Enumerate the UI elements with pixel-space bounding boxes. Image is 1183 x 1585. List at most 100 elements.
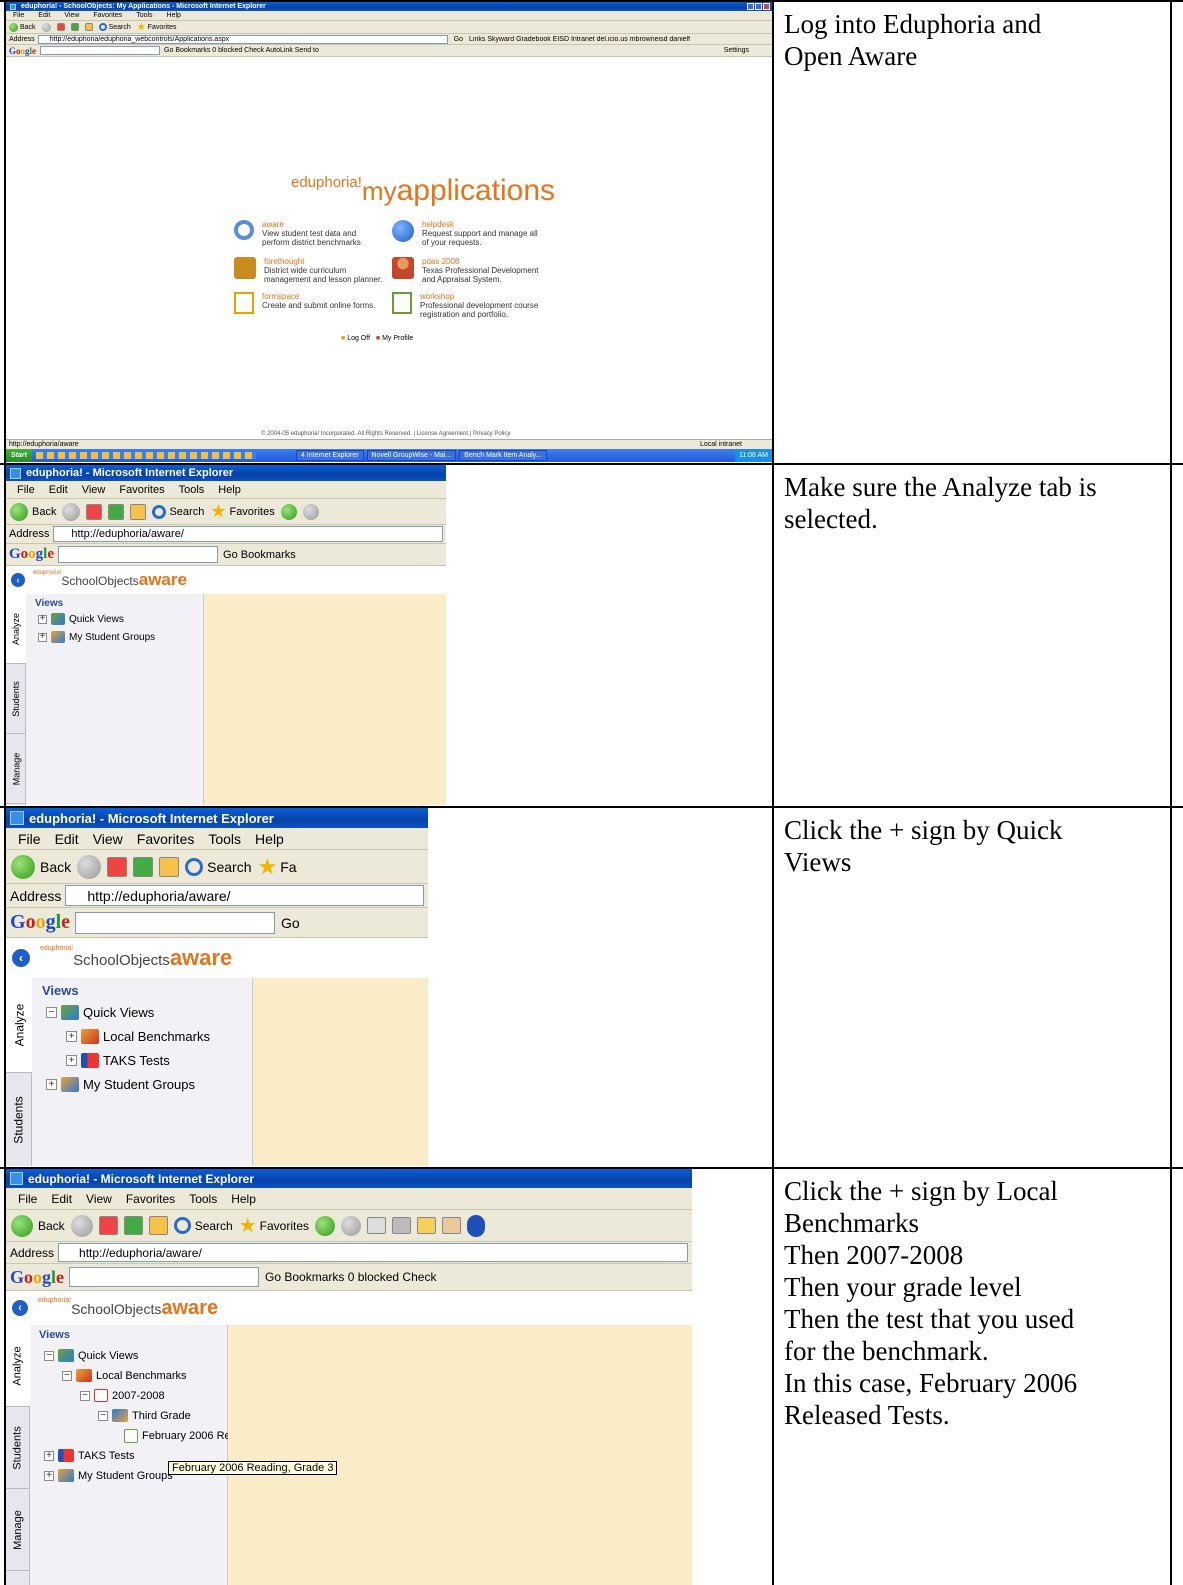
- tab-analyze[interactable]: Analyze: [6, 594, 26, 664]
- address-input[interactable]: http://eduphoria/eduphoria_webcontrols/A…: [37, 34, 448, 44]
- settings-button[interactable]: Settings: [724, 47, 749, 54]
- google-search-input[interactable]: [40, 46, 161, 55]
- stop-button[interactable]: [107, 856, 128, 877]
- menu-favorites[interactable]: Favorites: [130, 828, 202, 849]
- forward-button[interactable]: [70, 1214, 93, 1237]
- app-pdas[interactable]: pdas 2008 Texas Professional Development …: [392, 257, 542, 284]
- tree-node-third-grade[interactable]: − Third Grade: [98, 1409, 191, 1422]
- collapse-icon[interactable]: −: [80, 1390, 90, 1401]
- menu-edit[interactable]: Edit: [31, 11, 57, 20]
- collapse-icon[interactable]: −: [62, 1370, 72, 1381]
- search-button[interactable]: Search: [185, 857, 251, 876]
- menu-help[interactable]: Help: [248, 828, 291, 849]
- search-button[interactable]: Search: [173, 1217, 233, 1234]
- menu-help[interactable]: Help: [211, 481, 248, 498]
- task-groupwise[interactable]: Novell GroupWise - Mai...: [366, 450, 457, 461]
- google-toolbar-buttons[interactable]: Go Bookmarks: [223, 549, 296, 561]
- collapse-icon[interactable]: −: [98, 1410, 108, 1421]
- expand-icon[interactable]: +: [38, 632, 47, 642]
- menu-help[interactable]: Help: [224, 1188, 263, 1209]
- stop-button[interactable]: [56, 23, 65, 31]
- collapse-icon[interactable]: −: [44, 1350, 54, 1361]
- menu-tools[interactable]: Tools: [129, 11, 159, 20]
- edit-button[interactable]: [392, 1217, 412, 1234]
- menu-edit[interactable]: Edit: [42, 481, 75, 498]
- app-helpdesk[interactable]: helpdesk Request support and manage all o…: [392, 220, 542, 247]
- tree-node-quick-views[interactable]: + Quick Views: [38, 613, 124, 625]
- menu-file[interactable]: File: [6, 11, 31, 20]
- back-button[interactable]: Back: [11, 1214, 65, 1237]
- window-controls[interactable]: [747, 3, 772, 10]
- app-aware[interactable]: aware View student test data and perform …: [234, 220, 384, 247]
- refresh-button[interactable]: [70, 23, 79, 31]
- bluetooth-button[interactable]: [467, 1214, 486, 1237]
- start-button[interactable]: Start: [6, 449, 32, 462]
- home-button[interactable]: [84, 23, 93, 31]
- print-button[interactable]: [367, 1217, 387, 1234]
- profile-link[interactable]: My Profile: [382, 335, 413, 342]
- tree-node-taks-tests[interactable]: + TAKS Tests: [44, 1449, 134, 1462]
- menu-file[interactable]: File: [11, 1188, 44, 1209]
- favorites-button[interactable]: ★ Favorites: [239, 1213, 309, 1238]
- expand-icon[interactable]: +: [44, 1470, 54, 1481]
- forward-button[interactable]: [41, 22, 51, 32]
- go-button[interactable]: Go: [454, 36, 463, 43]
- tree-node-taks-tests[interactable]: + TAKS Tests: [66, 1053, 170, 1068]
- forward-button[interactable]: [62, 502, 81, 521]
- expand-icon[interactable]: +: [66, 1031, 77, 1042]
- menu-favorites[interactable]: Favorites: [119, 1188, 182, 1209]
- menu-tools[interactable]: Tools: [182, 1188, 224, 1209]
- google-toolbar-buttons[interactable]: Go: [281, 915, 300, 931]
- collapse-icon[interactable]: −: [46, 1007, 57, 1018]
- back-circle-icon[interactable]: ‹: [12, 1300, 28, 1316]
- menu-favorites[interactable]: Favorites: [86, 11, 129, 20]
- menu-tools[interactable]: Tools: [201, 828, 248, 849]
- media-button[interactable]: [315, 1215, 336, 1236]
- google-toolbar-buttons[interactable]: Go Bookmarks 0 blocked Check AutoLink Se…: [164, 47, 319, 54]
- tree-node-2007-2008[interactable]: − 2007-2008: [80, 1389, 165, 1402]
- refresh-button[interactable]: [133, 856, 154, 877]
- back-button[interactable]: Back: [11, 854, 71, 879]
- google-search-input[interactable]: [69, 1267, 260, 1287]
- research-button[interactable]: [442, 1217, 462, 1234]
- task-benchmark[interactable]: Bench Mark Item Analy...: [459, 450, 547, 461]
- menu-favorites[interactable]: Favorites: [112, 481, 171, 498]
- tab-analyze[interactable]: Analyze: [6, 1325, 30, 1407]
- back-button[interactable]: Back: [10, 502, 56, 521]
- favorites-button[interactable]: ★ Fa: [257, 854, 296, 880]
- address-input[interactable]: http://eduphoria/aware/: [65, 885, 424, 906]
- tab-analyze[interactable]: Analyze: [6, 978, 32, 1073]
- menu-file[interactable]: File: [11, 828, 48, 849]
- refresh-button[interactable]: [108, 503, 125, 520]
- address-input[interactable]: http://eduphoria/aware/: [53, 526, 443, 542]
- task-internet-explorer[interactable]: 4 Internet Explorer: [295, 450, 364, 461]
- app-workshop[interactable]: workshop Professional development course …: [392, 292, 542, 319]
- menu-edit[interactable]: Edit: [48, 828, 86, 849]
- links-bar[interactable]: Links Skyward Gradebook EISD Intranet de…: [469, 36, 690, 43]
- expand-icon[interactable]: +: [44, 1450, 54, 1461]
- home-button[interactable]: [159, 856, 180, 877]
- tree-node-quick-views[interactable]: − Quick Views: [44, 1349, 138, 1362]
- mail-button[interactable]: [341, 1215, 362, 1236]
- expand-icon[interactable]: +: [46, 1079, 57, 1090]
- tree-node-student-groups[interactable]: + My Student Groups: [46, 1077, 195, 1092]
- search-button[interactable]: Search: [98, 23, 131, 31]
- folder-button[interactable]: [417, 1217, 437, 1234]
- menu-edit[interactable]: Edit: [44, 1188, 79, 1209]
- favorites-button[interactable]: ★ Favorites: [137, 22, 177, 33]
- google-search-input[interactable]: [75, 911, 276, 934]
- tab-students[interactable]: Students: [6, 664, 26, 734]
- menu-help[interactable]: Help: [160, 11, 188, 20]
- tab-students[interactable]: Students: [6, 1073, 32, 1166]
- menu-view[interactable]: View: [75, 481, 113, 498]
- menu-view[interactable]: View: [57, 11, 86, 20]
- stop-button[interactable]: [86, 503, 103, 520]
- tree-node-local-benchmarks[interactable]: + Local Benchmarks: [66, 1029, 210, 1044]
- back-circle-icon[interactable]: ‹: [12, 949, 30, 967]
- back-button[interactable]: Back: [9, 22, 36, 32]
- home-button[interactable]: [148, 1216, 168, 1235]
- expand-icon[interactable]: +: [66, 1055, 77, 1066]
- expand-icon[interactable]: +: [38, 614, 47, 624]
- search-button[interactable]: Search: [152, 504, 204, 519]
- logoff-link[interactable]: Log Off: [347, 335, 370, 342]
